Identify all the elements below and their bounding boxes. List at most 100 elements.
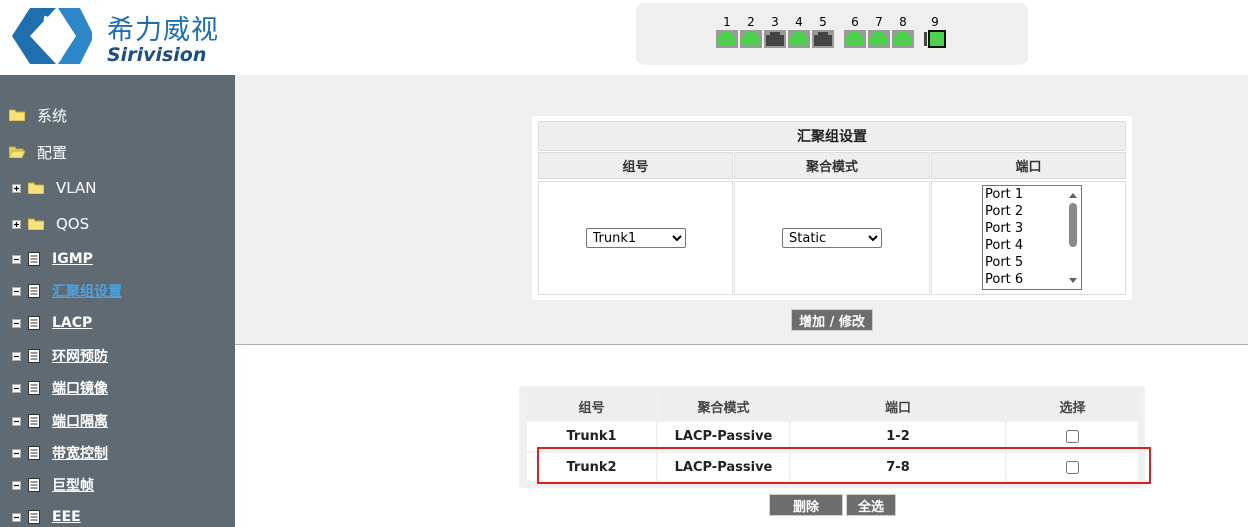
table-header-mode: 聚合模式 — [658, 393, 789, 420]
ethernet-port-icon — [764, 30, 786, 48]
sidebar-item-label: 端口镜像 — [52, 381, 108, 397]
collapse-minus-icon[interactable] — [12, 286, 21, 296]
sidebar-item-label: 带宽控制 — [52, 446, 108, 462]
row-select-checkbox[interactable] — [1066, 430, 1079, 443]
table-header-group: 组号 — [527, 393, 656, 420]
sidebar-item-bandwidth[interactable]: 带宽控制 — [12, 440, 247, 466]
sidebar-item-port-isolation[interactable]: 端口隔离 — [12, 408, 247, 434]
port-5[interactable]: 5 — [812, 16, 834, 48]
ethernet-port-icon — [892, 30, 914, 48]
sidebar-item-label: EEE — [52, 509, 81, 525]
document-icon — [28, 316, 40, 330]
form-header-ports: 端口 — [931, 152, 1126, 179]
port-list-scrollbar[interactable] — [1065, 186, 1081, 289]
collapse-minus-icon[interactable] — [12, 512, 21, 522]
port-9-sfp[interactable]: 9 — [924, 16, 946, 48]
sidebar-item-label: 环网预防 — [52, 349, 108, 365]
ethernet-port-icon — [868, 30, 890, 48]
expand-plus-icon[interactable] — [12, 219, 21, 229]
row-select-checkbox[interactable] — [1066, 460, 1079, 474]
port-number: 7 — [875, 15, 883, 29]
sidebar-item-system[interactable]: 系统 — [9, 102, 244, 128]
port-2[interactable]: 2 — [740, 16, 762, 48]
scroll-thumb[interactable] — [1069, 203, 1077, 247]
sidebar-item-label: LACP — [52, 315, 93, 331]
collapse-minus-icon[interactable] — [12, 383, 21, 393]
delete-button[interactable]: 删除 — [769, 494, 843, 516]
collapse-minus-icon[interactable] — [12, 448, 21, 458]
sidebar-item-label: 端口隔离 — [52, 414, 108, 430]
table-cell-group: Trunk1 — [527, 422, 656, 451]
folder-closed-icon — [9, 109, 25, 121]
sidebar-item-label: QOS — [56, 215, 90, 233]
folder-open-icon — [9, 146, 25, 158]
port-number: 9 — [931, 15, 939, 29]
sidebar-item-label: 系统 — [37, 106, 68, 125]
port-number: 5 — [819, 15, 827, 29]
document-icon — [28, 284, 40, 298]
sidebar-item-loop-prevention[interactable]: 环网预防 — [12, 343, 247, 369]
sidebar-item-trunk-group[interactable]: 汇聚组设置 — [12, 278, 247, 304]
port-multiselect[interactable]: Port 1 Port 2 Port 3 Port 4 Port 5 Port … — [982, 185, 1082, 290]
sidebar-item-port-mirror[interactable]: 端口镜像 — [12, 375, 247, 401]
aggregation-mode-select[interactable]: Static — [782, 228, 882, 248]
sidebar-item-qos[interactable]: QOS — [12, 211, 247, 237]
sidebar-item-label: 配置 — [37, 143, 68, 162]
trunk-group-select[interactable]: Trunk1 — [585, 228, 686, 248]
app-root: 希力威视 Sirivision 1 2 3 4 5 6 7 8 9 系统 配置 … — [0, 0, 1248, 527]
brand-logo: 希力威视 Sirivision — [10, 4, 230, 68]
table-cell-group: Trunk2 — [527, 453, 656, 481]
port-4[interactable]: 4 — [788, 16, 810, 48]
collapse-minus-icon[interactable] — [12, 254, 21, 264]
form-header-group: 组号 — [538, 152, 733, 179]
port-7[interactable]: 7 — [868, 16, 890, 48]
document-icon — [28, 510, 40, 524]
sidebar-item-eee[interactable]: EEE — [12, 504, 247, 527]
collapse-minus-icon[interactable] — [12, 480, 21, 490]
document-icon — [28, 252, 40, 266]
scroll-down-icon[interactable] — [1065, 274, 1081, 288]
port-number: 1 — [723, 15, 731, 29]
table-cell-mode: LACP-Passive — [658, 453, 789, 481]
table-header-ports: 端口 — [791, 393, 1005, 420]
table-cell-ports: 1-2 — [791, 422, 1005, 451]
sidebar-item-jumbo-frame[interactable]: 巨型帧 — [12, 472, 247, 498]
port-number: 3 — [771, 15, 779, 29]
select-all-button[interactable]: 全选 — [846, 494, 896, 516]
sidebar-item-label: 汇聚组设置 — [52, 284, 122, 300]
collapse-minus-icon[interactable] — [12, 416, 21, 426]
add-modify-button[interactable]: 增加 / 修改 — [791, 309, 873, 331]
sidebar-item-label: VLAN — [56, 179, 97, 197]
port-number: 8 — [899, 15, 907, 29]
header: 希力威视 Sirivision 1 2 3 4 5 6 7 8 9 — [0, 0, 1248, 75]
port-3[interactable]: 3 — [764, 16, 786, 48]
group-cell: Trunk1 — [538, 181, 733, 295]
document-icon — [28, 478, 40, 492]
sidebar-item-config[interactable]: 配置 — [9, 139, 244, 165]
scroll-up-icon[interactable] — [1065, 188, 1081, 202]
ethernet-port-icon — [740, 30, 762, 48]
port-6[interactable]: 6 — [844, 16, 866, 48]
table-header-select: 选择 — [1007, 393, 1138, 420]
mode-cell: Static — [734, 181, 930, 295]
port-status-panel: 1 2 3 4 5 6 7 8 9 — [636, 3, 1028, 65]
document-icon — [28, 381, 40, 395]
port-1[interactable]: 1 — [716, 16, 738, 48]
brand-name-en: Sirivision — [107, 44, 207, 66]
port-8[interactable]: 8 — [892, 16, 914, 48]
collapse-minus-icon[interactable] — [12, 318, 21, 328]
table-cell-select — [1007, 422, 1138, 451]
ethernet-port-icon — [812, 30, 834, 48]
brand-name-cn: 希力威视 — [107, 15, 219, 46]
sidebar-item-vlan[interactable]: VLAN — [12, 175, 247, 201]
folder-closed-icon — [28, 182, 44, 194]
document-icon — [28, 414, 40, 428]
sidebar-item-lacp[interactable]: LACP — [12, 310, 247, 336]
collapse-minus-icon[interactable] — [12, 351, 21, 361]
port-number: 4 — [795, 15, 803, 29]
form-header-mode: 聚合模式 — [734, 152, 930, 179]
ethernet-port-icon — [788, 30, 810, 48]
sidebar-item-igmp[interactable]: IGMP — [12, 246, 247, 272]
folder-closed-icon — [28, 218, 44, 230]
expand-plus-icon[interactable] — [12, 183, 21, 193]
